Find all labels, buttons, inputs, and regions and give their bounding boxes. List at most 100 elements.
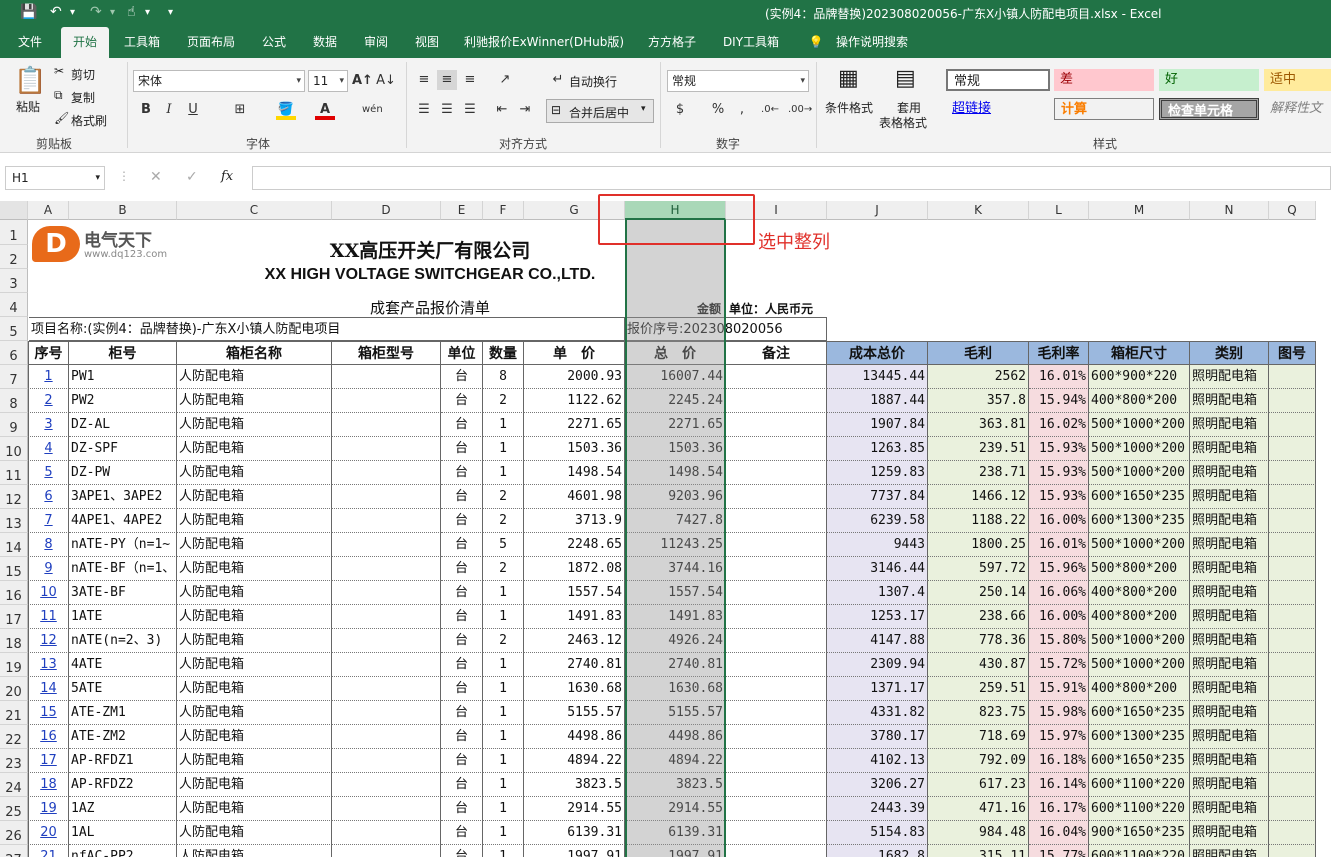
row-header[interactable]: 7	[0, 365, 28, 389]
row-header[interactable]: 2	[0, 245, 28, 269]
total-price[interactable]: 2271.65	[625, 413, 726, 437]
seq-link[interactable]: 1	[28, 365, 69, 389]
gross-margin[interactable]: 16.14%	[1029, 773, 1089, 797]
total-price[interactable]: 6139.31	[625, 821, 726, 845]
remark[interactable]	[726, 533, 827, 557]
cabinet-size[interactable]: 500*1000*200	[1089, 413, 1190, 437]
cabinet-size[interactable]: 500*1000*200	[1089, 437, 1190, 461]
unit-price[interactable]: 3823.5	[524, 773, 625, 797]
gross-margin[interactable]: 16.04%	[1029, 821, 1089, 845]
category[interactable]: 照明配电箱	[1190, 509, 1269, 533]
gross-profit[interactable]: 1188.22	[928, 509, 1029, 533]
cost-total[interactable]: 1907.84	[827, 413, 928, 437]
cabinet-name[interactable]: 人防配电箱	[177, 701, 332, 725]
cabinet-code[interactable]: 3APE1、3APE2	[69, 485, 177, 509]
remark[interactable]	[726, 821, 827, 845]
remark[interactable]	[726, 629, 827, 653]
quantity[interactable]: 2	[483, 389, 524, 413]
unit[interactable]: 台	[441, 389, 483, 413]
cabinet-code[interactable]: 4APE1、4APE2	[69, 509, 177, 533]
enter-icon[interactable]: ✓	[186, 169, 198, 185]
gross-margin[interactable]: 15.98%	[1029, 701, 1089, 725]
row-header[interactable]: 23	[0, 749, 28, 773]
paste-button[interactable]: 粘贴	[16, 98, 40, 115]
quantity[interactable]: 1	[483, 413, 524, 437]
quantity[interactable]: 1	[483, 605, 524, 629]
unit[interactable]: 台	[441, 677, 483, 701]
cabinet-name[interactable]: 人防配电箱	[177, 557, 332, 581]
row-header[interactable]: 22	[0, 725, 28, 749]
cabinet-model[interactable]	[332, 509, 441, 533]
category[interactable]: 照明配电箱	[1190, 701, 1269, 725]
seq-link[interactable]: 4	[28, 437, 69, 461]
row-header[interactable]: 21	[0, 701, 28, 725]
gross-profit[interactable]: 718.69	[928, 725, 1029, 749]
gross-profit[interactable]: 471.16	[928, 797, 1029, 821]
remark[interactable]	[726, 365, 827, 389]
total-price[interactable]: 11243.25	[625, 533, 726, 557]
total-price[interactable]: 16007.44	[625, 365, 726, 389]
column-header-d[interactable]: D	[332, 201, 441, 220]
total-price[interactable]: 3744.16	[625, 557, 726, 581]
cabinet-code[interactable]: 3ATE-BF	[69, 581, 177, 605]
tab-toolbox[interactable]: 工具箱	[116, 27, 168, 58]
unit[interactable]: 台	[441, 581, 483, 605]
drawing-no[interactable]	[1269, 773, 1316, 797]
drawing-no[interactable]	[1269, 581, 1316, 605]
unit[interactable]: 台	[441, 725, 483, 749]
drawing-no[interactable]	[1269, 677, 1316, 701]
category[interactable]: 照明配电箱	[1190, 461, 1269, 485]
remark[interactable]	[726, 509, 827, 533]
unit[interactable]: 台	[441, 533, 483, 557]
cabinet-code[interactable]: PW2	[69, 389, 177, 413]
cabinet-model[interactable]	[332, 365, 441, 389]
seq-link[interactable]: 21	[28, 845, 69, 857]
quantity[interactable]: 1	[483, 701, 524, 725]
align-bottom-icon[interactable]: ≡	[460, 70, 480, 90]
cabinet-code[interactable]: 1AZ	[69, 797, 177, 821]
cabinet-model[interactable]	[332, 413, 441, 437]
unit-price[interactable]: 2914.55	[524, 797, 625, 821]
format-table-label-2[interactable]: 表格格式	[879, 114, 927, 131]
unit-price[interactable]: 1491.83	[524, 605, 625, 629]
unit[interactable]: 台	[441, 461, 483, 485]
increase-decimal-icon[interactable]: .0←	[760, 100, 780, 120]
cabinet-name[interactable]: 人防配电箱	[177, 581, 332, 605]
cost-total[interactable]: 5154.83	[827, 821, 928, 845]
name-box[interactable]: H1 ▾	[5, 166, 105, 190]
cabinet-code[interactable]: DZ-AL	[69, 413, 177, 437]
unit-price[interactable]: 4894.22	[524, 749, 625, 773]
drawing-no[interactable]	[1269, 533, 1316, 557]
gross-margin[interactable]: 16.06%	[1029, 581, 1089, 605]
unit[interactable]: 台	[441, 821, 483, 845]
header-cost[interactable]: 成本总价	[827, 341, 928, 365]
seq-link[interactable]: 9	[28, 557, 69, 581]
gross-margin[interactable]: 15.93%	[1029, 485, 1089, 509]
cancel-icon[interactable]: ✕	[150, 169, 162, 185]
cabinet-size[interactable]: 600*1650*235	[1089, 701, 1190, 725]
cost-total[interactable]: 4331.82	[827, 701, 928, 725]
cabinet-model[interactable]	[332, 485, 441, 509]
cost-total[interactable]: 4147.88	[827, 629, 928, 653]
cabinet-code[interactable]: DZ-SPF	[69, 437, 177, 461]
cabinet-model[interactable]	[332, 581, 441, 605]
cabinet-name[interactable]: 人防配电箱	[177, 533, 332, 557]
conditional-format-icon[interactable]: ▦	[838, 66, 859, 91]
cost-total[interactable]: 2309.94	[827, 653, 928, 677]
decrease-indent-icon[interactable]: ⇤	[492, 100, 512, 120]
remark[interactable]	[726, 413, 827, 437]
seq-link[interactable]: 20	[28, 821, 69, 845]
total-price[interactable]: 1498.54	[625, 461, 726, 485]
remark[interactable]	[726, 557, 827, 581]
cabinet-model[interactable]	[332, 773, 441, 797]
seq-link[interactable]: 7	[28, 509, 69, 533]
category[interactable]: 照明配电箱	[1190, 437, 1269, 461]
unit-price[interactable]: 2000.93	[524, 365, 625, 389]
total-price[interactable]: 1630.68	[625, 677, 726, 701]
unit[interactable]: 台	[441, 749, 483, 773]
header-remark[interactable]: 备注	[726, 341, 827, 365]
cost-total[interactable]: 3780.17	[827, 725, 928, 749]
gross-margin[interactable]: 16.01%	[1029, 365, 1089, 389]
total-price[interactable]: 5155.57	[625, 701, 726, 725]
gross-margin[interactable]: 16.18%	[1029, 749, 1089, 773]
